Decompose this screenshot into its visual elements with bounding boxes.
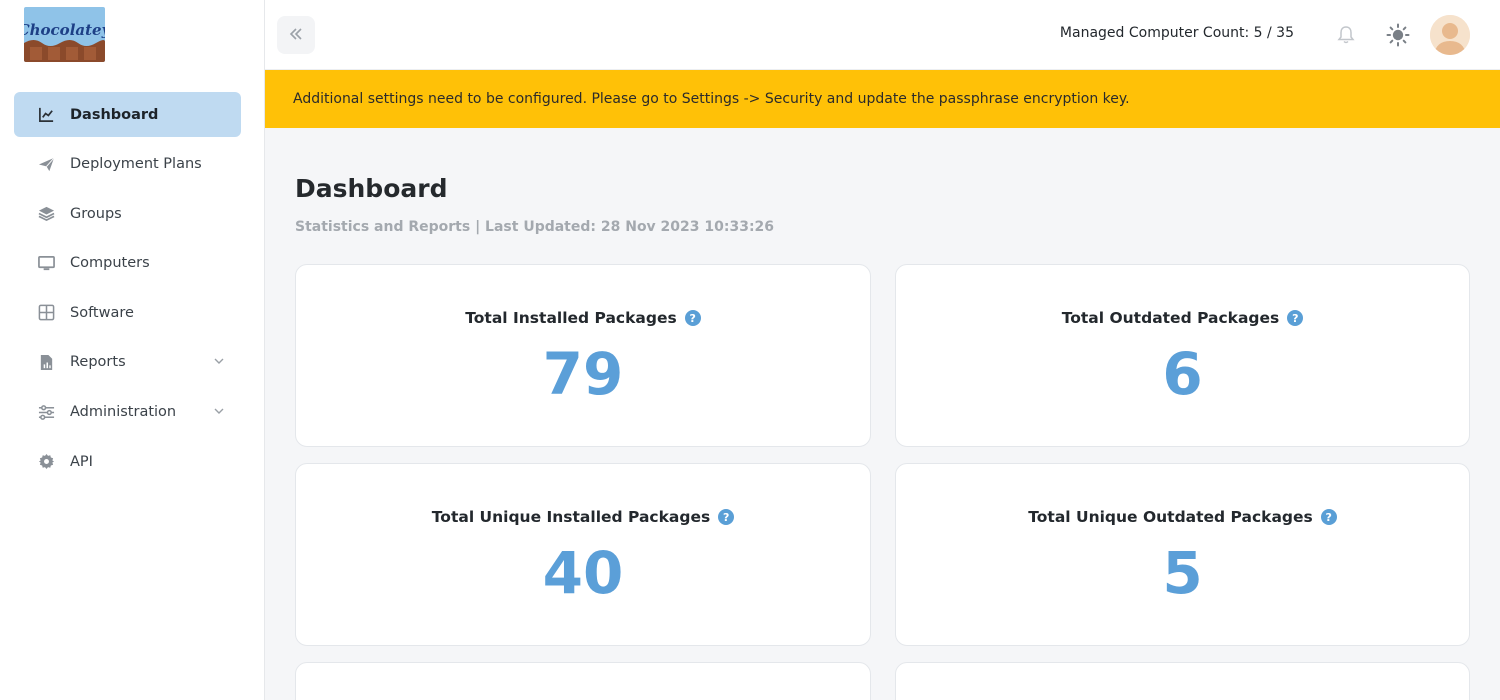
theme-toggle-sun-icon[interactable]: [1386, 23, 1410, 47]
stat-card-unique-installed: Total Unique Installed Packages ? 40: [295, 463, 871, 646]
page-title: Dashboard: [295, 174, 448, 203]
chart-line-icon: [37, 106, 55, 124]
managed-computer-count: Managed Computer Count: 5 / 35: [1059, 25, 1294, 41]
card-title-text: Total Unique Outdated Packages: [1028, 508, 1313, 526]
stat-card-unique-outdated: Total Unique Outdated Packages ? 5: [895, 463, 1470, 646]
sliders-icon: [37, 403, 55, 421]
sidebar-item-label: Reports: [70, 354, 126, 371]
file-report-icon: [37, 353, 55, 371]
sidebar-item-api[interactable]: API: [14, 439, 241, 484]
card-value: 6: [1162, 340, 1203, 408]
help-icon[interactable]: ?: [684, 310, 701, 326]
chocolatey-logo[interactable]: Chocolatey: [24, 7, 105, 62]
help-icon[interactable]: ?: [1287, 310, 1304, 326]
sidebar-nav: Dashboard Deployment Plans Groups Comput…: [14, 92, 241, 489]
settings-warning-banner: Additional settings need to be configure…: [265, 70, 1500, 128]
chevron-down-icon[interactable]: [213, 405, 225, 417]
bell-icon[interactable]: [1337, 25, 1355, 45]
sidebar-item-administration[interactable]: Administration: [14, 390, 241, 435]
collapse-sidebar-button[interactable]: [277, 16, 315, 54]
stat-card-total-outdated: Total Outdated Packages ? 6: [895, 264, 1470, 447]
card-title: Total Unique Installed Packages ?: [296, 508, 870, 526]
page-subtitle: Statistics and Reports | Last Updated: 2…: [295, 219, 775, 235]
sidebar-item-groups[interactable]: Groups: [14, 191, 241, 236]
sidebar-item-reports[interactable]: Reports: [14, 340, 241, 385]
sidebar: Chocolatey Dashboard Deployment Plans Gr…: [0, 0, 265, 700]
gear-icon: [37, 453, 55, 471]
help-icon[interactable]: ?: [718, 509, 735, 525]
paper-plane-icon: [37, 155, 55, 173]
layers-icon: [37, 205, 55, 223]
svg-text:Chocolatey: Chocolatey: [24, 21, 105, 39]
card-title-text: Total Outdated Packages: [1061, 309, 1280, 327]
banner-message: Additional settings need to be configure…: [293, 91, 1130, 107]
stat-card-partial: [895, 662, 1470, 700]
chevrons-left-icon: [288, 26, 304, 45]
sidebar-item-label: Administration: [70, 404, 177, 421]
sidebar-item-label: API: [70, 453, 93, 470]
sidebar-item-label: Software: [70, 304, 134, 321]
sidebar-item-label: Groups: [70, 205, 122, 222]
card-title-text: Total Installed Packages: [465, 309, 677, 327]
sidebar-item-label: Dashboard: [70, 106, 159, 123]
help-icon[interactable]: ?: [1320, 509, 1337, 525]
card-title: Total Unique Outdated Packages ?: [896, 508, 1469, 526]
card-title: Total Outdated Packages ?: [896, 309, 1469, 327]
grid-icon: [37, 304, 55, 322]
stat-card-total-installed: Total Installed Packages ? 79: [295, 264, 871, 447]
sidebar-item-computers[interactable]: Computers: [14, 241, 241, 286]
sidebar-item-dashboard[interactable]: Dashboard: [14, 92, 241, 137]
sidebar-item-label: Deployment Plans: [70, 156, 202, 173]
card-value: 40: [542, 539, 624, 607]
sidebar-item-deployment-plans[interactable]: Deployment Plans: [14, 142, 241, 187]
card-value: 5: [1162, 539, 1203, 607]
chevron-down-icon[interactable]: [213, 355, 225, 367]
card-title: Total Installed Packages ?: [296, 309, 870, 327]
avatar[interactable]: [1430, 15, 1470, 55]
stat-card-partial: [295, 662, 871, 700]
top-header: Managed Computer Count: 5 / 35: [265, 0, 1500, 70]
sidebar-item-software[interactable]: Software: [14, 290, 241, 335]
card-title-text: Total Unique Installed Packages: [431, 508, 711, 526]
monitor-icon: [37, 254, 55, 272]
card-value: 79: [542, 340, 624, 408]
sidebar-item-label: Computers: [70, 255, 150, 272]
